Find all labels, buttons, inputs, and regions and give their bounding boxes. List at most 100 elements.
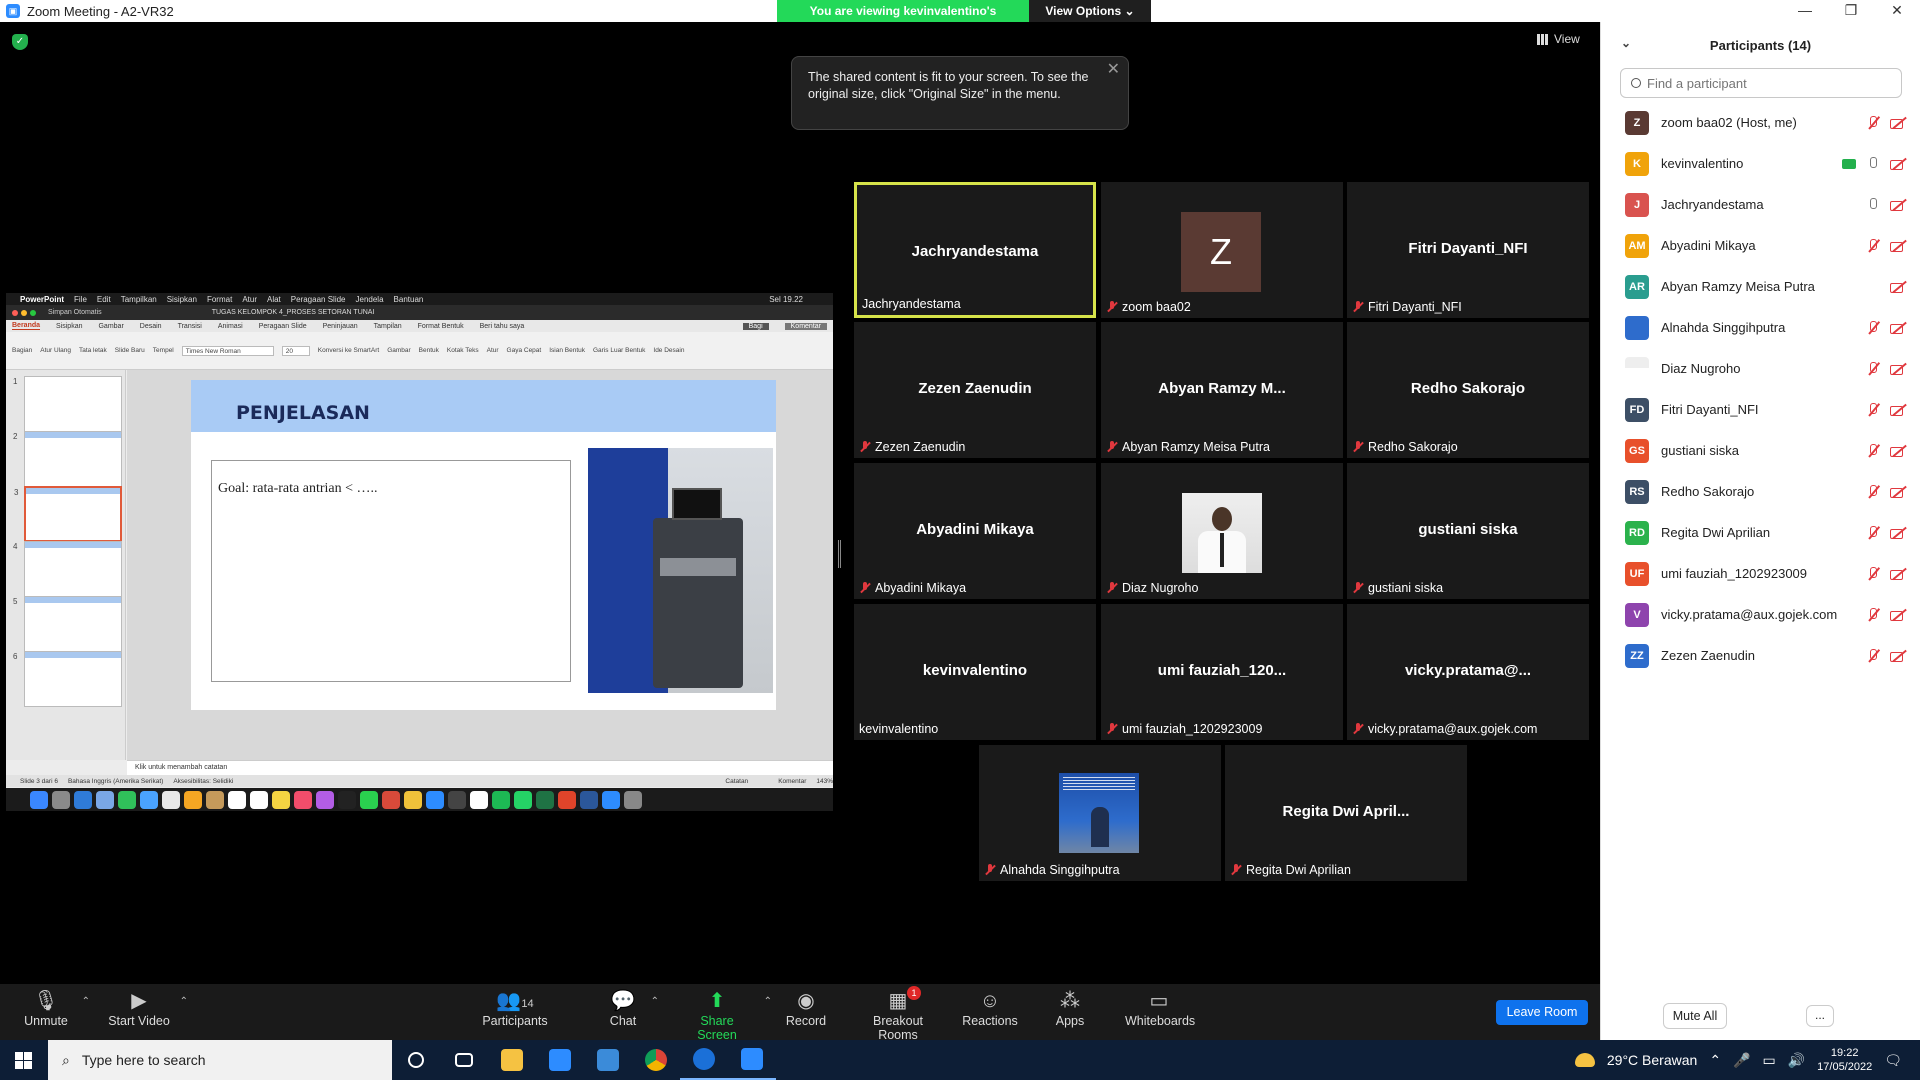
record-button[interactable]: ◉ Record	[785, 988, 827, 1028]
share-screen-button[interactable]: ⬆ Share Screen ⌃	[680, 988, 772, 1042]
dock-app-icon[interactable]	[470, 790, 488, 809]
dock-app-icon[interactable]	[448, 790, 466, 809]
participant-row[interactable]: RD Regita Dwi Aprilian	[1601, 512, 1920, 553]
video-tile[interactable]: Zzoom baa02	[1101, 182, 1343, 318]
file-explorer-icon[interactable]	[488, 1040, 536, 1080]
mute-all-button[interactable]: Mute All	[1663, 1003, 1727, 1029]
close-icon[interactable]: ✕	[1107, 61, 1120, 78]
unmute-button[interactable]: 🎙 Unmute ⌃	[20, 988, 90, 1028]
mac-menu-item[interactable]: Atur	[242, 295, 257, 304]
participant-row[interactable]: Alnahda Singgihputra	[1601, 307, 1920, 348]
dock-app-icon[interactable]	[360, 790, 378, 809]
participant-row[interactable]: FD Fitri Dayanti_NFI	[1601, 389, 1920, 430]
dock-app-icon[interactable]	[74, 790, 92, 809]
dock-app-icon[interactable]	[338, 790, 356, 809]
network-icon[interactable]: ▭	[1762, 1052, 1775, 1069]
video-options-caret-icon[interactable]: ⌃	[180, 996, 188, 1007]
video-tile[interactable]: Regita Dwi April... Regita Dwi Aprilian	[1225, 745, 1467, 881]
participant-search-input[interactable]	[1647, 75, 1887, 91]
video-tile[interactable]: umi fauziah_120... umi fauziah_1202923009	[1101, 604, 1343, 740]
participant-row[interactable]: UF umi fauziah_1202923009	[1601, 553, 1920, 594]
ribbon-tab[interactable]: Peragaan Slide	[259, 323, 307, 330]
mac-menu-item[interactable]: Peragaan Slide	[291, 295, 346, 304]
restore-button[interactable]: ❐	[1828, 0, 1874, 22]
mac-menu-item[interactable]: Alat	[267, 295, 281, 304]
comment-button[interactable]: Komentar	[784, 322, 827, 330]
store-icon[interactable]	[536, 1040, 584, 1080]
reactions-button[interactable]: ☺ Reactions	[962, 988, 1018, 1028]
slide-thumbnail[interactable]: 6	[13, 651, 122, 707]
close-button[interactable]: ✕	[1874, 0, 1920, 22]
share-button[interactable]: Bagi	[742, 322, 769, 330]
ribbon-item[interactable]: Garis Luar Bentuk	[593, 347, 645, 354]
video-tile[interactable]: Zezen Zaenudin Zezen Zaenudin	[854, 322, 1096, 458]
ribbon-item[interactable]: Ide Desain	[653, 347, 684, 354]
ribbon-tab[interactable]: Gambar	[98, 323, 123, 330]
dock-app-icon[interactable]	[250, 790, 268, 809]
ribbon-item[interactable]: Kotak Teks	[447, 347, 479, 354]
more-options-button[interactable]: ...	[1806, 1005, 1834, 1027]
dock-app-icon[interactable]	[580, 790, 598, 809]
participant-row[interactable]: AM Abyadini Mikaya	[1601, 225, 1920, 266]
participant-search[interactable]	[1620, 68, 1902, 98]
participant-row[interactable]: J Jachryandestama	[1601, 184, 1920, 225]
dock-app-icon[interactable]	[316, 790, 334, 809]
ribbon-item[interactable]: Tata letak	[79, 347, 107, 354]
view-button[interactable]: View	[1537, 32, 1580, 46]
participant-row[interactable]: Zzoom baa02 (Host, me)	[1601, 102, 1920, 143]
mac-menu-item[interactable]: Bantuan	[394, 295, 424, 304]
mac-menu-item[interactable]: Edit	[97, 295, 111, 304]
dock-app-icon[interactable]	[162, 790, 180, 809]
video-tile[interactable]: gustiani siska gustiani siska	[1347, 463, 1589, 599]
video-tile[interactable]: Redho Sakorajo Redho Sakorajo	[1347, 322, 1589, 458]
slide-thumbnail[interactable]: 5	[13, 596, 122, 652]
breakout-rooms-button[interactable]: ▦ 1 Breakout Rooms	[853, 986, 943, 1042]
mac-menu-item[interactable]: Jendela	[356, 295, 384, 304]
slide-thumbnail[interactable]: 2	[13, 431, 122, 487]
teamviewer-icon[interactable]	[680, 1040, 728, 1080]
video-tile[interactable]: Fitri Dayanti_NFI Fitri Dayanti_NFI	[1347, 182, 1589, 318]
ribbon-tab[interactable]: Desain	[140, 323, 162, 330]
mac-menu-item[interactable]: Sisipkan	[167, 295, 197, 304]
ribbon-tab[interactable]: Beri tahu saya	[480, 323, 525, 330]
shared-screen[interactable]: PowerPoint File Edit Tampilkan Sisipkan Forma…	[6, 293, 833, 811]
chat-caret-icon[interactable]: ⌃	[651, 996, 659, 1007]
leave-room-button[interactable]: Leave Room	[1496, 1000, 1588, 1025]
task-view-icon[interactable]	[440, 1040, 488, 1080]
windows-start-icon[interactable]	[0, 1040, 48, 1080]
dock-app-icon[interactable]	[228, 790, 246, 809]
slide-thumbnail[interactable]: 1	[13, 376, 122, 432]
ribbon-tab[interactable]: Format Bentuk	[418, 323, 464, 330]
ribbon-tab[interactable]: Sisipkan	[56, 323, 82, 330]
dock-app-icon[interactable]	[602, 790, 620, 809]
clock[interactable]: 19:22 17/05/2022	[1817, 1046, 1872, 1074]
dock-app-icon[interactable]	[206, 790, 224, 809]
slide-thumbnail[interactable]: 3	[14, 486, 122, 542]
dock-app-icon[interactable]	[30, 790, 48, 809]
ribbon-tab[interactable]: Tampilan	[374, 323, 402, 330]
dock-app-icon[interactable]	[184, 790, 202, 809]
mac-menu-item[interactable]: File	[74, 295, 87, 304]
dock-app-icon[interactable]	[294, 790, 312, 809]
dock-app-icon[interactable]	[492, 790, 510, 809]
video-tile[interactable]: Abyadini Mikaya Abyadini Mikaya	[854, 463, 1096, 599]
view-options-button[interactable]: View Options ⌄	[1029, 0, 1151, 22]
chevron-up-icon[interactable]: ⌃	[1709, 1052, 1721, 1069]
dock-app-icon[interactable]	[272, 790, 290, 809]
video-tile[interactable]: vicky.pratama@... vicky.pratama@aux.gojek…	[1347, 604, 1589, 740]
ribbon-item[interactable]: Bagian	[12, 347, 32, 354]
mac-menu-item[interactable]: PowerPoint	[20, 295, 64, 304]
dock-app-icon[interactable]	[514, 790, 532, 809]
dock-app-icon[interactable]	[536, 790, 554, 809]
dock-app-icon[interactable]	[96, 790, 114, 809]
participant-row[interactable]: Kkevinvalentino	[1601, 143, 1920, 184]
mac-menu-item[interactable]: Tampilkan	[121, 295, 157, 304]
ribbon-tab[interactable]: Transisi	[178, 323, 202, 330]
ribbon-item[interactable]: Gaya Cepat	[507, 347, 542, 354]
video-tile[interactable]: Jachryandestama Jachryandestama	[854, 182, 1096, 318]
ribbon-tab[interactable]: Peninjauan	[323, 323, 358, 330]
cortana-icon[interactable]	[392, 1040, 440, 1080]
dock-app-icon[interactable]	[558, 790, 576, 809]
slide-thumbnail[interactable]: 4	[13, 541, 122, 597]
ribbon-item[interactable]: Bentuk	[419, 347, 439, 354]
